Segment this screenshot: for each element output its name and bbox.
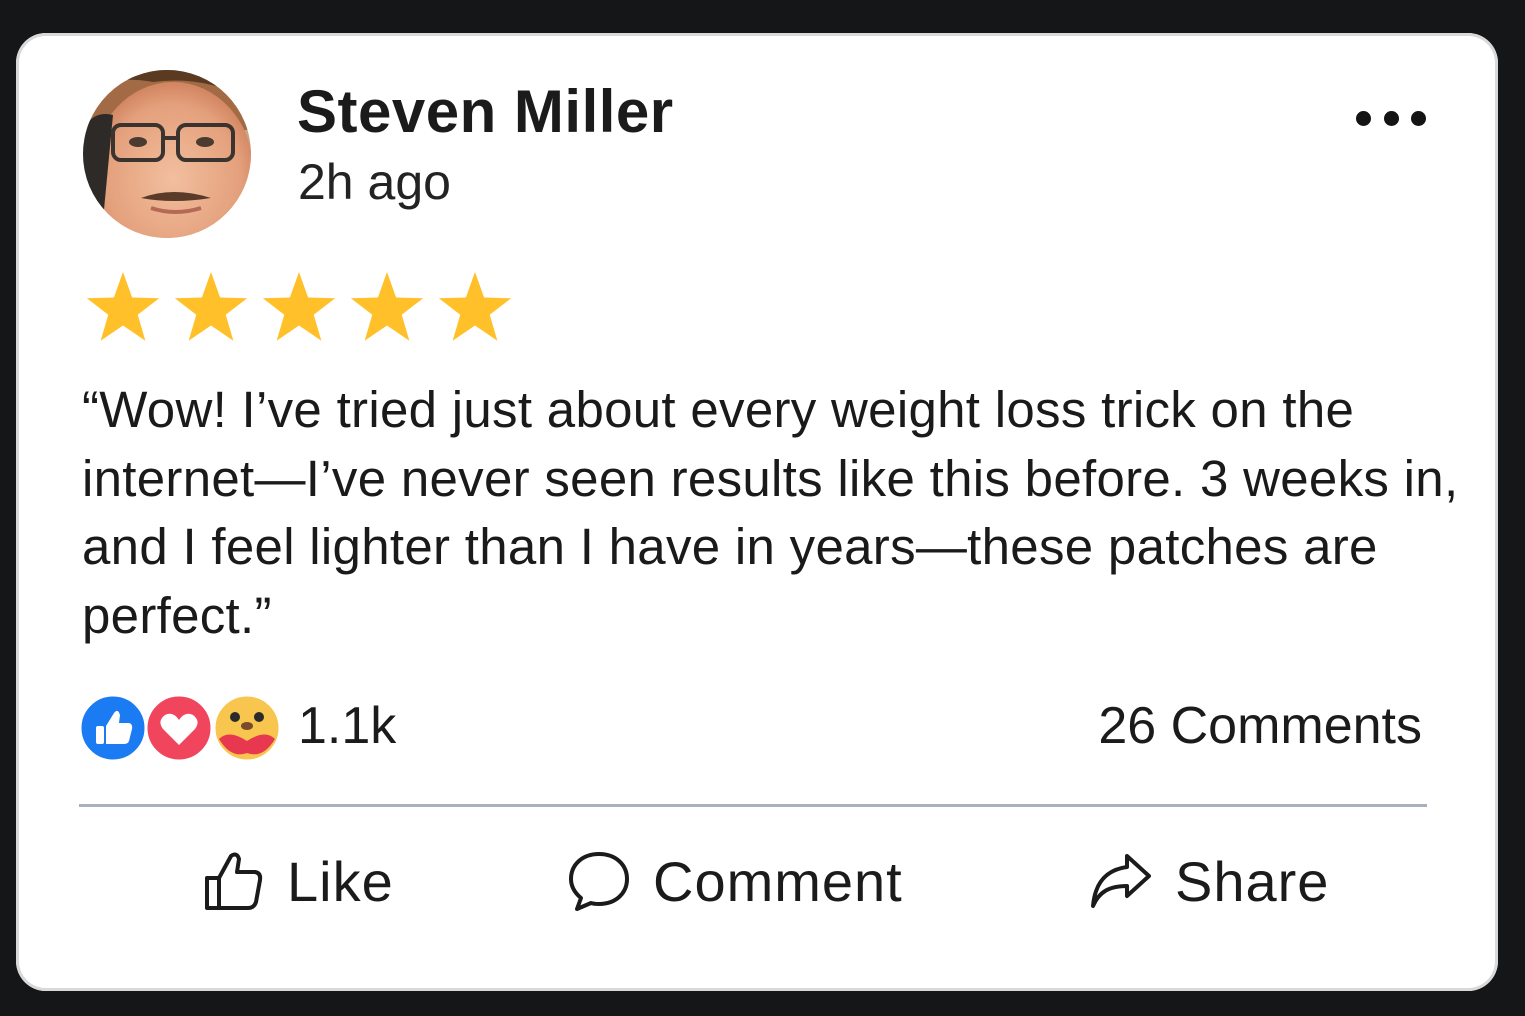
thumbs-up-icon [205,852,263,910]
star-icon [174,272,248,341]
post-timestamp: 2h ago [298,154,451,210]
star-rating [86,272,512,341]
love-icon [144,693,214,763]
divider [79,804,1427,807]
review-text: “Wow! I’ve tried just about every weight… [82,381,1459,644]
reactions-count[interactable]: 1.1k [298,696,396,756]
share-button[interactable]: Share [1089,841,1329,921]
star-icon [86,272,160,341]
like-button[interactable]: Like [203,841,394,921]
author-name[interactable]: Steven Miller [297,77,674,146]
share-label: Share [1175,849,1330,913]
more-dot [1383,110,1399,126]
more-options-icon[interactable] [1356,103,1426,133]
review-post-card: Steven Miller 2h ago “Wow! I’ve tried ju… [16,33,1498,991]
reaction-icons[interactable] [79,693,285,763]
speech-bubble-icon [569,852,629,911]
more-dot [1356,110,1371,126]
like-label: Like [287,849,394,913]
star-icon [438,272,512,341]
more-dot [1411,110,1426,126]
avatar[interactable] [83,70,251,238]
star-icon [262,272,336,341]
comment-button[interactable]: Comment [567,841,903,921]
care-icon [212,693,282,763]
comments-count[interactable]: 26 Comments [1098,696,1422,756]
star-icon [350,272,424,341]
comment-label: Comment [653,849,903,913]
like-icon [79,693,148,763]
share-arrow-icon [1091,854,1151,908]
